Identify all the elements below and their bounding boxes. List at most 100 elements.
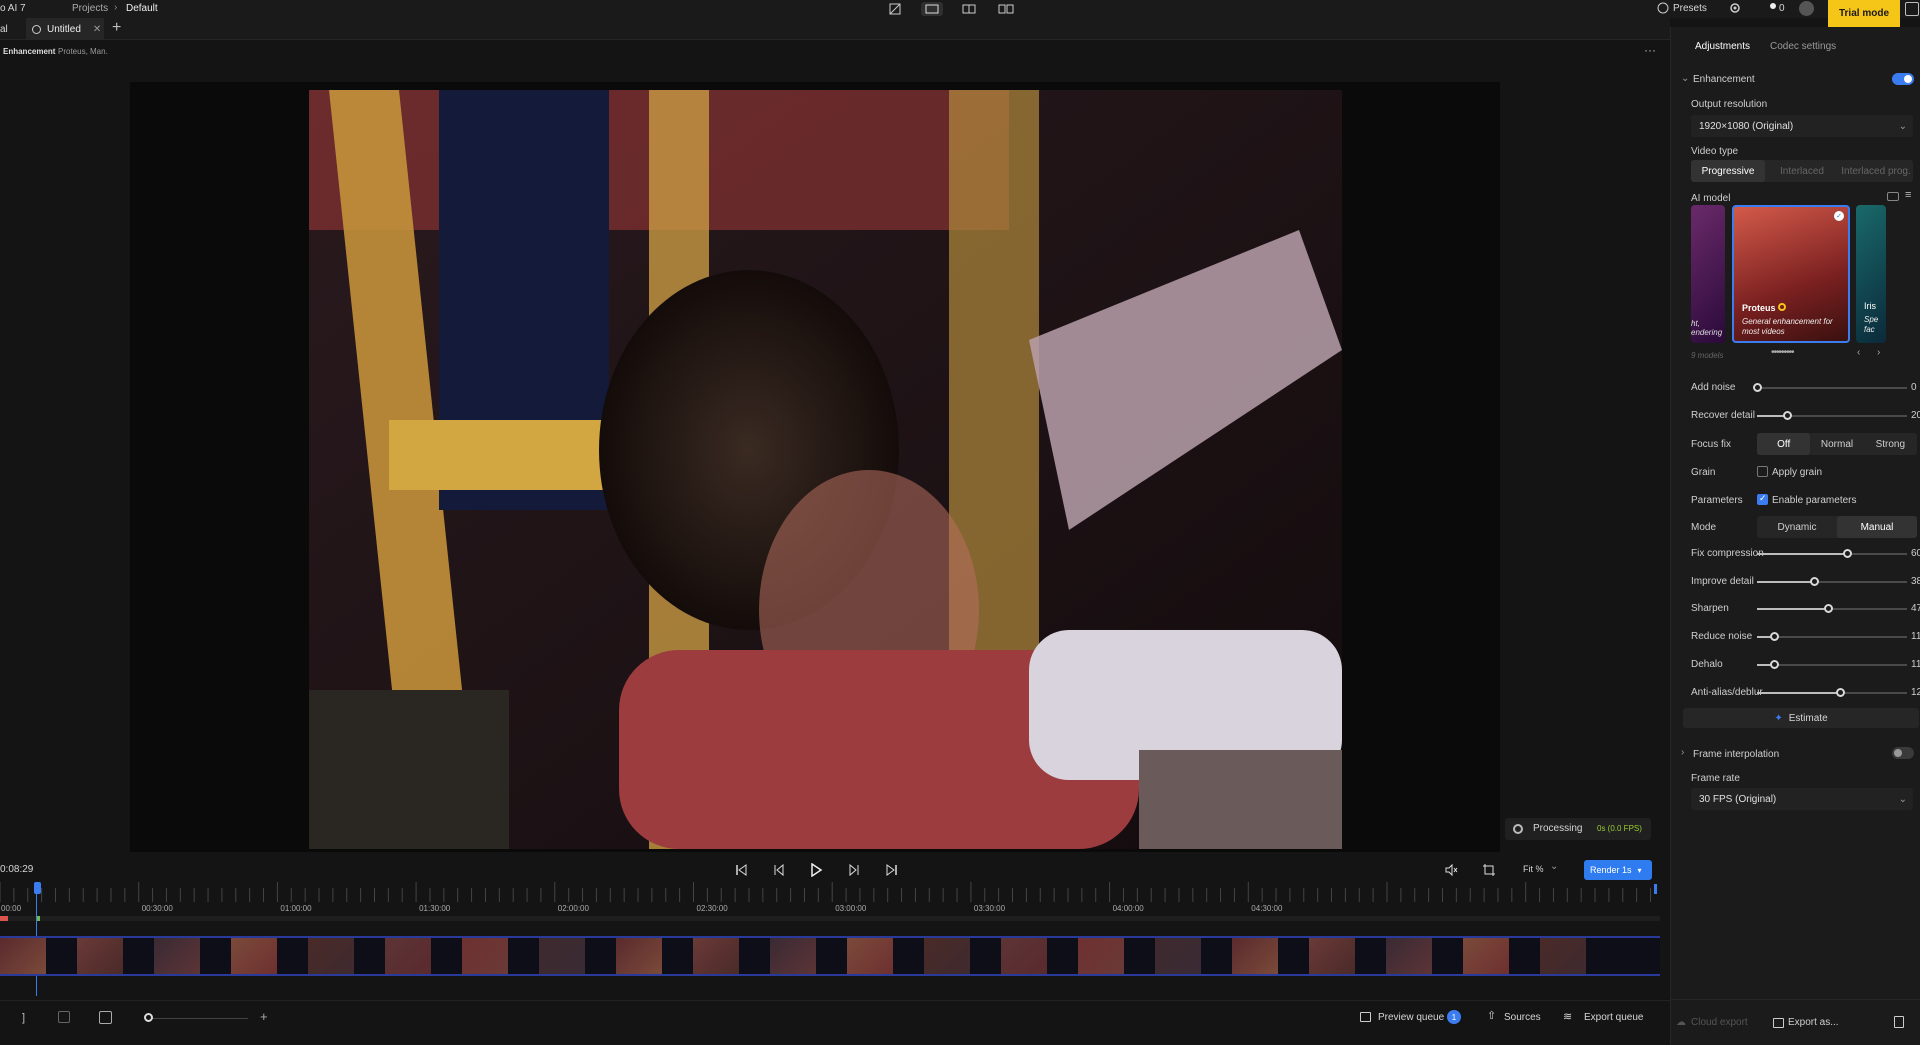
chevron-right-icon[interactable]: › bbox=[1877, 347, 1880, 358]
ruler-tick-label: 02:00:00 bbox=[557, 904, 589, 913]
export-icon bbox=[1773, 1018, 1784, 1028]
step-back-icon[interactable] bbox=[771, 862, 787, 878]
slider-track[interactable] bbox=[1757, 636, 1907, 639]
focus-fix-normal[interactable]: Normal bbox=[1810, 433, 1863, 455]
filmstrip-thumbnail bbox=[1155, 938, 1201, 974]
chevron-right-icon[interactable]: › bbox=[1681, 747, 1684, 758]
share-icon[interactable] bbox=[1894, 1016, 1904, 1028]
slider-knob[interactable] bbox=[1753, 383, 1762, 392]
video-type-interlaced-prog[interactable]: Interlaced prog. bbox=[1839, 160, 1913, 182]
slider-knob[interactable] bbox=[1843, 549, 1852, 558]
mute-icon[interactable] bbox=[1443, 862, 1459, 878]
sources-button[interactable]: Sources bbox=[1504, 1012, 1541, 1023]
sidebar-toggle-icon[interactable] bbox=[1905, 2, 1919, 16]
cloud-export-button[interactable]: Cloud export bbox=[1691, 1017, 1748, 1028]
chevron-left-icon[interactable]: ‹ bbox=[1857, 347, 1860, 358]
tab-previous[interactable]: al bbox=[0, 18, 26, 40]
list-view-icon[interactable]: ≡ bbox=[1905, 189, 1911, 201]
view-single-button[interactable] bbox=[921, 2, 943, 16]
frame-rate-dropdown[interactable]: 30 FPS (Original) ⌄ bbox=[1691, 788, 1913, 810]
zoom-in-icon[interactable]: + bbox=[260, 1009, 268, 1024]
model-pager-dots[interactable]: ••••••••• bbox=[1771, 347, 1794, 358]
fit-timeline-icon[interactable] bbox=[99, 1011, 112, 1024]
ruler-tick-label: 01:30:00 bbox=[419, 904, 451, 913]
chevron-down-icon[interactable]: ⌄ bbox=[1681, 73, 1689, 84]
slider-knob[interactable] bbox=[1810, 576, 1819, 586]
tab-bar: al Untitled ✕ + bbox=[0, 18, 1670, 40]
filmstrip-thumbnail bbox=[308, 938, 354, 974]
tab-codec-settings[interactable]: Codec settings bbox=[1770, 41, 1836, 52]
timeline-zoom-knob[interactable] bbox=[144, 1013, 153, 1022]
play-icon[interactable] bbox=[808, 862, 824, 878]
ruler-tick-label: 02:30:00 bbox=[696, 904, 728, 913]
grid-view-icon[interactable] bbox=[1887, 192, 1899, 201]
out-point-icon[interactable]: ] bbox=[22, 1012, 25, 1024]
model-card-previous[interactable]: ht, endering bbox=[1691, 205, 1725, 343]
breadcrumb-default[interactable]: Default bbox=[126, 3, 158, 14]
out-point-marker[interactable] bbox=[1654, 884, 1657, 894]
clear-range-icon[interactable] bbox=[58, 1011, 70, 1023]
filmstrip-thumbnail bbox=[1001, 938, 1047, 974]
filmstrip[interactable] bbox=[0, 936, 1660, 976]
view-split-button[interactable] bbox=[958, 2, 980, 16]
filmstrip-thumbnail bbox=[462, 938, 508, 974]
slider-knob[interactable] bbox=[1769, 632, 1779, 642]
more-options-icon[interactable]: ··· bbox=[1644, 43, 1656, 57]
slider-knob[interactable] bbox=[1823, 604, 1833, 614]
tab-untitled[interactable]: Untitled ✕ bbox=[26, 18, 104, 40]
video-preview[interactable] bbox=[309, 90, 1342, 849]
output-resolution-dropdown[interactable]: 1920×1080 (Original) ⌄ bbox=[1691, 115, 1913, 137]
presets-icon bbox=[1656, 1, 1670, 15]
trial-mode-button[interactable]: Trial mode bbox=[1828, 0, 1900, 27]
slider-knob[interactable] bbox=[1783, 411, 1792, 420]
export-as-button[interactable]: Export as... bbox=[1788, 1017, 1839, 1028]
model-desc: Spe fac bbox=[1864, 315, 1879, 334]
slider-track[interactable] bbox=[1757, 663, 1907, 666]
close-icon[interactable]: ✕ bbox=[93, 24, 101, 35]
breadcrumb-projects[interactable]: Projects bbox=[72, 3, 108, 14]
model-desc: ht, endering bbox=[1691, 319, 1723, 337]
gear-icon[interactable] bbox=[1728, 1, 1742, 15]
view-before-after-button[interactable] bbox=[884, 2, 906, 16]
estimate-button[interactable]: ✦ Estimate bbox=[1683, 708, 1919, 728]
model-card-proteus[interactable]: ✓ Proteus General enhancement for most v… bbox=[1732, 205, 1850, 343]
apply-grain-checkbox[interactable] bbox=[1757, 466, 1768, 477]
avatar[interactable] bbox=[1799, 1, 1814, 16]
adjustments-panel: Adjustments Codec settings ⌄ Enhancement… bbox=[1670, 27, 1920, 1045]
slider-label: Recover detail bbox=[1691, 410, 1755, 421]
tab-adjustments[interactable]: Adjustments bbox=[1695, 41, 1750, 52]
timeline-ruler[interactable]: 00:00 00:30:00 01:00:00 01:30:00 02:00:00 02:… bbox=[0, 882, 1660, 924]
render-button[interactable]: Render 1s ▾ bbox=[1584, 860, 1652, 880]
preview-queue-button[interactable]: Preview queue bbox=[1378, 1012, 1444, 1023]
slider-knob[interactable] bbox=[1769, 659, 1779, 669]
timeline-zoom-track[interactable] bbox=[148, 1018, 248, 1019]
step-forward-icon[interactable] bbox=[846, 862, 862, 878]
view-side-by-side-button[interactable] bbox=[995, 2, 1017, 16]
zoom-fit-dropdown[interactable]: Fit % bbox=[1523, 864, 1544, 874]
crop-icon[interactable] bbox=[1481, 862, 1497, 878]
video-type-interlaced[interactable]: Interlaced bbox=[1765, 160, 1839, 182]
skip-to-end-icon[interactable] bbox=[884, 862, 900, 878]
mode-dynamic[interactable]: Dynamic bbox=[1757, 516, 1837, 538]
export-queue-button[interactable]: Export queue bbox=[1584, 1012, 1644, 1023]
notification-count[interactable]: 0 bbox=[1779, 3, 1785, 14]
enhancement-toggle[interactable] bbox=[1892, 73, 1914, 85]
focus-fix-selector[interactable]: Off Normal Strong bbox=[1757, 433, 1917, 455]
slider-knob[interactable] bbox=[1835, 687, 1845, 697]
enable-parameters-checkbox[interactable]: ✓ bbox=[1757, 493, 1768, 505]
focus-fix-strong[interactable]: Strong bbox=[1864, 433, 1917, 455]
slider-track[interactable] bbox=[1757, 387, 1907, 389]
frame-interpolation-toggle[interactable] bbox=[1892, 747, 1914, 759]
chevron-down-icon: ⌄ bbox=[1898, 120, 1907, 132]
in-point-marker[interactable] bbox=[0, 916, 8, 921]
video-type-progressive[interactable]: Progressive bbox=[1691, 160, 1765, 182]
model-card-iris[interactable]: Iris Spe fac bbox=[1856, 205, 1886, 343]
presets-button[interactable]: Presets bbox=[1673, 3, 1707, 14]
video-type-selector[interactable]: Progressive Interlaced Interlaced prog. bbox=[1691, 160, 1913, 182]
skip-to-start-icon[interactable] bbox=[733, 862, 749, 878]
slider-label: Improve detail bbox=[1691, 575, 1754, 587]
focus-fix-off[interactable]: Off bbox=[1757, 433, 1811, 455]
mode-manual[interactable]: Manual bbox=[1837, 516, 1917, 538]
add-tab-icon[interactable]: + bbox=[112, 19, 121, 37]
mode-selector[interactable]: Dynamic Manual bbox=[1757, 516, 1917, 538]
